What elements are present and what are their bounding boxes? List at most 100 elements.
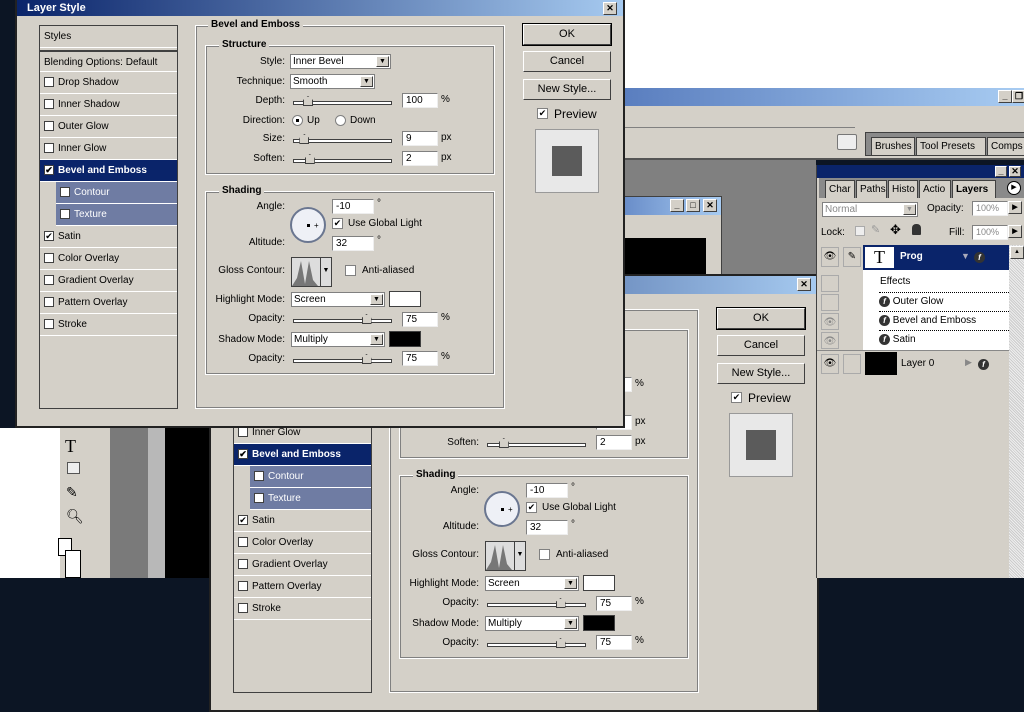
depth-input[interactable]: 100	[402, 93, 438, 108]
tab-actions[interactable]: Actio	[919, 180, 951, 198]
tab-character[interactable]: Char	[825, 180, 855, 198]
preview-checkbox[interactable]: ✔	[537, 108, 548, 119]
tab-layers[interactable]: Layers	[952, 180, 996, 198]
scroll-up-button[interactable]: ▲	[1010, 246, 1024, 259]
zoom-tool-icon[interactable]: 🔍︎	[66, 508, 84, 525]
angle-dial[interactable]: +	[484, 491, 520, 527]
style-checkbox[interactable]	[44, 77, 54, 88]
style-checkbox[interactable]	[60, 187, 70, 198]
style-checkbox[interactable]: ✔	[238, 449, 248, 460]
fill-input[interactable]: 100%	[972, 225, 1008, 240]
direction-down-radio[interactable]	[335, 115, 346, 126]
style-item-satin[interactable]: ✔ Satin	[40, 226, 177, 248]
use-global-light-checkbox[interactable]: ✔	[526, 502, 537, 513]
highlight-opacity-input[interactable]: 75	[402, 312, 438, 327]
style-checkbox[interactable]	[44, 275, 54, 286]
style-checkbox[interactable]	[60, 209, 70, 220]
style-item-texture[interactable]: Texture	[56, 204, 177, 226]
style-item-blending-options-default[interactable]: Blending Options: Default	[40, 50, 177, 72]
altitude-input[interactable]: 32	[526, 520, 568, 535]
shadow-color-swatch[interactable]	[389, 331, 421, 347]
visibility-eye-icon[interactable]: 👁︎	[821, 354, 839, 374]
shadow-opacity-input[interactable]: 75	[402, 351, 438, 366]
chevron-down-icon[interactable]: ▼	[903, 204, 916, 215]
shadow-opacity-slider[interactable]	[293, 354, 392, 364]
doc-minimize-button[interactable]: _	[670, 199, 684, 212]
style-checkbox[interactable]	[238, 427, 248, 438]
shadow-mode-select[interactable]: Multiply ▼	[485, 616, 579, 631]
style-item-outer-glow[interactable]: Outer Glow	[40, 116, 177, 138]
dialog-title-bar[interactable]: Layer Style ✕	[17, 0, 623, 16]
style-checkbox[interactable]: ✔	[238, 515, 248, 526]
style-item-drop-shadow[interactable]: Drop Shadow	[40, 72, 177, 94]
lock-all-icon[interactable]	[912, 224, 921, 235]
style-checkbox[interactable]	[238, 537, 248, 548]
anti-aliased-checkbox[interactable]	[539, 549, 550, 560]
style-item-color-overlay[interactable]: Color Overlay	[234, 532, 371, 554]
style-item-contour[interactable]: Contour	[56, 182, 177, 204]
style-item-bevel-and-emboss[interactable]: ✔ Bevel and Emboss	[40, 160, 177, 182]
opacity-input[interactable]: 100%	[972, 201, 1008, 216]
style-item-styles[interactable]: Styles	[40, 26, 177, 48]
soften-slider[interactable]	[487, 438, 586, 448]
soften-input[interactable]: 2	[596, 435, 632, 450]
style-checkbox[interactable]: ✔	[44, 165, 54, 176]
angle-input[interactable]: -10	[526, 483, 568, 498]
style-item-inner-shadow[interactable]: Inner Shadow	[40, 94, 177, 116]
highlight-color-swatch[interactable]	[583, 575, 615, 591]
style-item-pattern-overlay[interactable]: Pattern Overlay	[234, 576, 371, 598]
highlight-mode-select[interactable]: Screen ▼	[485, 576, 579, 591]
highlight-opacity-slider[interactable]	[293, 314, 392, 324]
palette-tab-comps[interactable]: Comps	[987, 137, 1024, 155]
style-select[interactable]: Inner Bevel ▼	[290, 54, 391, 69]
technique-select[interactable]: Smooth ▼	[290, 74, 375, 89]
effect-outer-glow[interactable]: f Outer Glow	[879, 292, 1009, 307]
style-item-inner-glow[interactable]: Inner Glow	[40, 138, 177, 160]
style-checkbox[interactable]	[238, 581, 248, 592]
gloss-contour-picker[interactable]: ▼	[291, 257, 332, 287]
size-slider[interactable]	[293, 134, 392, 144]
style-item-satin[interactable]: ✔ Satin	[234, 510, 371, 532]
effect-satin[interactable]: f Satin	[879, 330, 1009, 345]
layer-style-dialog[interactable]: Layer Style ✕ Styles Blending Options: De…	[15, 0, 625, 428]
new-style-button[interactable]: New Style...	[717, 363, 805, 384]
style-item-color-overlay[interactable]: Color Overlay	[40, 248, 177, 270]
palette-minimize-button[interactable]: _	[995, 166, 1007, 177]
style-checkbox[interactable]	[238, 559, 248, 570]
highlight-color-swatch[interactable]	[389, 291, 421, 307]
doc-maximize-button[interactable]: □	[686, 199, 700, 212]
altitude-input[interactable]: 32	[332, 236, 374, 251]
eyedropper-tool-icon[interactable]: ✎	[66, 484, 78, 501]
chevron-down-icon[interactable]: ▼	[370, 294, 383, 305]
shadow-opacity-input[interactable]: 75	[596, 635, 632, 650]
direction-up-radio[interactable]	[292, 115, 303, 126]
chevron-down-icon[interactable]: ▼	[370, 334, 383, 345]
style-checkbox[interactable]	[44, 297, 54, 308]
visibility-eye-icon[interactable]: 👁︎	[821, 313, 839, 330]
visibility-eye-icon[interactable]: 👁︎	[821, 247, 839, 267]
lock-position-icon[interactable]: ✥	[890, 222, 901, 238]
angle-input[interactable]: -10	[332, 199, 374, 214]
palette-tab-brushes[interactable]: Brushes	[871, 137, 915, 155]
layer-name[interactable]: Layer 0	[901, 358, 934, 369]
visibility-eye-icon[interactable]: 👁︎	[821, 332, 839, 349]
link-slot[interactable]	[843, 354, 861, 374]
background-color-swatch[interactable]	[65, 550, 81, 578]
chevron-down-icon[interactable]: ▼	[514, 542, 525, 570]
shadow-color-swatch[interactable]	[583, 615, 615, 631]
highlight-opacity-input[interactable]: 75	[596, 596, 632, 611]
chevron-down-icon[interactable]: ▼	[564, 618, 577, 629]
opacity-arrow-button[interactable]: ▶	[1008, 201, 1022, 214]
palette-close-button[interactable]: ✕	[1009, 166, 1021, 177]
angle-dial[interactable]: +	[290, 207, 326, 243]
effect-bevel-and-emboss[interactable]: f Bevel and Emboss	[879, 311, 1009, 326]
tab-history[interactable]: Histo	[888, 180, 918, 198]
palette-tab-tool-presets[interactable]: Tool Presets	[916, 137, 986, 155]
style-item-gradient-overlay[interactable]: Gradient Overlay	[234, 554, 371, 576]
style-checkbox[interactable]	[44, 253, 54, 264]
effects-label[interactable]: Effects	[880, 276, 910, 287]
doc-close-button[interactable]: ✕	[703, 199, 717, 212]
cancel-button[interactable]: Cancel	[523, 51, 611, 72]
style-checkbox[interactable]	[44, 319, 54, 330]
size-input[interactable]: 9	[402, 131, 438, 146]
